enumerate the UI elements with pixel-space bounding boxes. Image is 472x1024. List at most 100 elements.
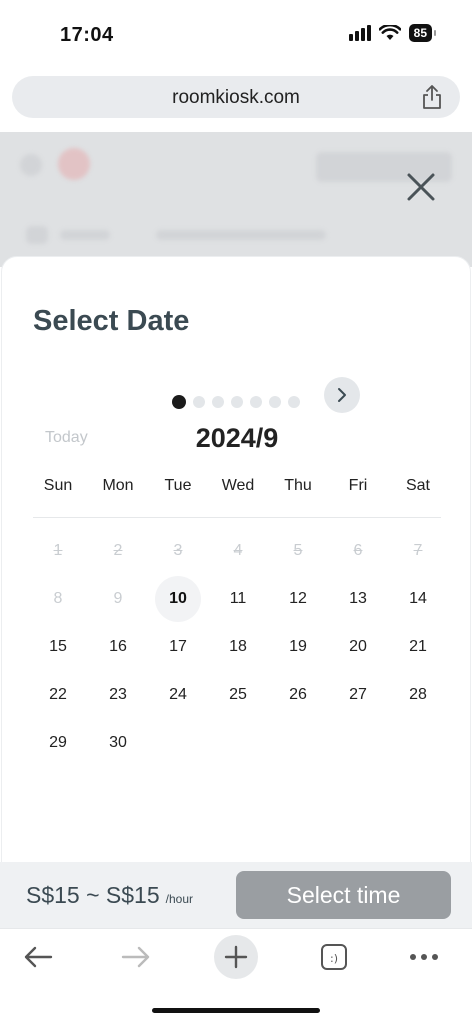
calendar-day: 5: [268, 527, 328, 575]
calendar-day[interactable]: 18: [208, 623, 268, 671]
close-icon: [407, 173, 435, 201]
url-text: roomkiosk.com: [172, 87, 300, 108]
blurred-menu-icon: [20, 154, 42, 176]
forward-button[interactable]: [114, 935, 158, 979]
weekday-label: Mon: [102, 477, 134, 494]
calendar-day[interactable]: 21: [388, 623, 448, 671]
select-time-button[interactable]: Select time: [236, 871, 451, 919]
status-icons: 85: [348, 24, 437, 42]
arrow-right-icon: [121, 946, 150, 968]
date-picker-sheet: Select Date Today 2024/9 Sun Mon Tue Wed Thu…: [1, 256, 471, 928]
calendar-day[interactable]: 12: [268, 575, 328, 623]
calendar-day[interactable]: 27: [328, 671, 388, 719]
cellular-signal-icon: [348, 25, 371, 41]
status-time: 17:04: [60, 24, 114, 46]
month-label: 2024/9: [195, 423, 279, 453]
price-unit: /hour: [165, 892, 194, 906]
background-page-overlay: [0, 132, 472, 267]
calendar-day-number: 2: [113, 542, 123, 559]
new-tab-button[interactable]: [214, 935, 258, 979]
empty-day-cell: [328, 719, 388, 767]
calendar-day-number: 18: [229, 638, 247, 655]
calendar-day: 2: [88, 527, 148, 575]
page-dot: [288, 396, 300, 408]
page-dot: [250, 396, 262, 408]
chevron-right-icon: [338, 388, 346, 402]
blurred-home-icon: [26, 226, 48, 244]
weekday-label: Sun: [43, 477, 73, 494]
share-icon[interactable]: [420, 84, 444, 115]
plus-icon: [224, 945, 248, 969]
calendar-day[interactable]: 24: [148, 671, 208, 719]
weekday-label: Wed: [221, 477, 255, 494]
calendar-day-number: 24: [169, 686, 187, 703]
arrow-left-icon: [24, 946, 53, 968]
calendar-day-number: 8: [53, 590, 63, 607]
calendar-day[interactable]: 26: [268, 671, 328, 719]
calendar-day-number: 12: [289, 590, 307, 607]
tabs-icon: :): [321, 944, 347, 970]
blurred-breadcrumb-1: [60, 230, 110, 240]
calendar-day-number: 9: [113, 590, 123, 607]
calendar-day-number: 17: [169, 638, 187, 655]
weekday-header-row: Sun Mon Tue Wed Thu Fri Sat: [28, 477, 448, 495]
calendar-day-number: 19: [289, 638, 307, 655]
calendar-day[interactable]: 25: [208, 671, 268, 719]
close-modal-button[interactable]: [406, 172, 436, 207]
next-month-button[interactable]: [324, 377, 360, 413]
page-dot: [172, 395, 186, 409]
empty-day-cell: [388, 719, 448, 767]
more-options-button[interactable]: [402, 935, 446, 979]
calendar-day-number: 3: [173, 542, 183, 559]
wifi-icon: [378, 25, 401, 41]
calendar-day[interactable]: 28: [388, 671, 448, 719]
calendar-day-today[interactable]: 10: [148, 575, 208, 623]
calendar-day[interactable]: 30: [88, 719, 148, 767]
calendar-day: 6: [328, 527, 388, 575]
calendar-day[interactable]: 11: [208, 575, 268, 623]
calendar-day[interactable]: 16: [88, 623, 148, 671]
more-icon: [410, 954, 438, 960]
page-dot: [269, 396, 281, 408]
price-range: S$15 ~ S$15/hour: [26, 882, 193, 909]
calendar-day[interactable]: 15: [28, 623, 88, 671]
calendar-day-number: 4: [233, 542, 243, 559]
calendar-day-number: 15: [49, 638, 67, 655]
booking-footer: S$15 ~ S$15/hour Select time: [0, 862, 472, 928]
calendar-day-number: 13: [349, 590, 367, 607]
calendar-day-grid: 1 2 3 4 5 6 7 8 9 10 11 12 13 14 15 16 17 18 19 20 21 22 23 24 2…: [28, 527, 448, 767]
divider: [33, 517, 441, 518]
calendar-day-number: 10: [155, 576, 201, 622]
calendar-day-number: 26: [289, 686, 307, 703]
blurred-logo: [58, 148, 90, 180]
calendar-day: 3: [148, 527, 208, 575]
calendar-day[interactable]: 22: [28, 671, 88, 719]
empty-day-cell: [268, 719, 328, 767]
calendar-day-number: 23: [109, 686, 127, 703]
weekday-label: Tue: [164, 477, 192, 494]
weekday-label: Thu: [284, 477, 312, 494]
calendar-day[interactable]: 20: [328, 623, 388, 671]
calendar-day: 7: [388, 527, 448, 575]
calendar-day: 1: [28, 527, 88, 575]
tabs-button[interactable]: :): [312, 935, 356, 979]
calendar-day-number: 5: [293, 542, 303, 559]
address-bar[interactable]: roomkiosk.com: [12, 76, 460, 118]
calendar-day-number: 25: [229, 686, 247, 703]
calendar-day-number: 6: [353, 542, 363, 559]
status-bar: 17:04 85: [0, 0, 472, 70]
calendar-day[interactable]: 13: [328, 575, 388, 623]
calendar-day[interactable]: 14: [388, 575, 448, 623]
browser-address-area: roomkiosk.com: [0, 70, 472, 132]
back-button[interactable]: [16, 935, 60, 979]
page-dot: [212, 396, 224, 408]
calendar-day[interactable]: 19: [268, 623, 328, 671]
calendar-day: 8: [28, 575, 88, 623]
calendar-day-number: 21: [409, 638, 427, 655]
calendar-day[interactable]: 29: [28, 719, 88, 767]
svg-text::): :): [330, 952, 338, 965]
calendar-day[interactable]: 23: [88, 671, 148, 719]
calendar-day-number: 28: [409, 686, 427, 703]
month-page-indicator: [172, 395, 300, 409]
calendar-day[interactable]: 17: [148, 623, 208, 671]
